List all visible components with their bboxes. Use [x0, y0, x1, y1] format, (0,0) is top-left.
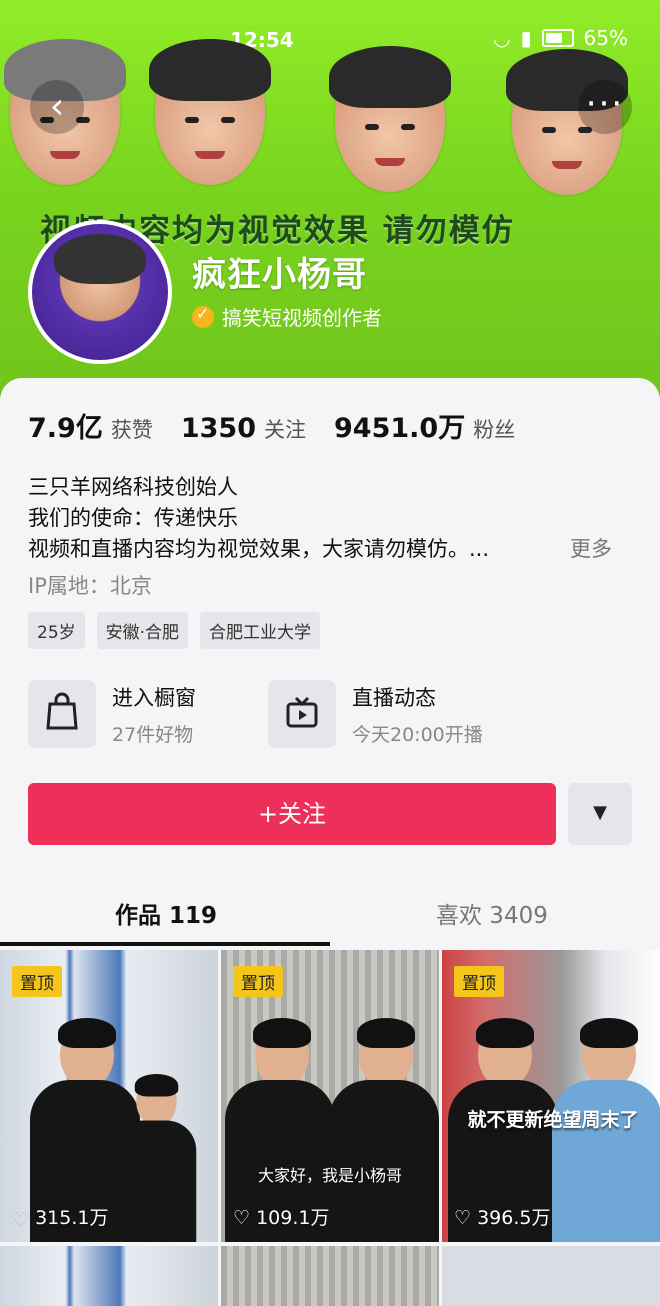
- more-icon: ···: [585, 84, 625, 124]
- person-figure: [552, 1018, 660, 1242]
- shop-subtitle: 27件好物: [112, 723, 194, 746]
- live-title: 直播动态: [352, 685, 436, 710]
- video-caption: 大家好，我是小杨哥: [257, 1166, 402, 1185]
- triangle-down-icon: ▼: [593, 802, 607, 823]
- tag-list: 25岁 安徽·合肥 合肥工业大学: [28, 612, 321, 649]
- video-likes: ♡ 315.1万: [12, 1207, 109, 1229]
- active-tab-indicator: [0, 942, 330, 946]
- video-tile[interactable]: 置顶 就不更新绝望周末了 ♡ 396.5万: [442, 950, 660, 1242]
- stat-value: 1350: [180, 413, 256, 444]
- tv-icon: [268, 680, 336, 748]
- follow-button[interactable]: +关注: [28, 783, 556, 845]
- stat-followers[interactable]: 9451.0万 粉丝: [334, 406, 515, 445]
- shop-title: 进入橱窗: [112, 685, 196, 710]
- bio-line: 我们的使命：传递快乐: [28, 506, 238, 530]
- banner-face-3: [329, 46, 451, 192]
- bio-more-link[interactable]: 更多: [570, 534, 612, 565]
- video-likes: ♡ 109.1万: [233, 1207, 330, 1229]
- recommend-dropdown-button[interactable]: ▼: [568, 783, 632, 845]
- wifi-icon: ◡: [493, 26, 511, 50]
- video-tile[interactable]: [221, 1246, 439, 1306]
- profile-card: 7.9亿 获赞 1350 关注 9451.0万 粉丝 三只羊网络科技创始人 我们的使命…: [0, 378, 660, 1306]
- back-button[interactable]: ‹: [30, 80, 84, 134]
- stat-value: 9451.0万: [334, 413, 466, 444]
- banner-face-2: [149, 39, 271, 185]
- bio: 三只羊网络科技创始人 我们的使命：传递快乐 视频和直播内容均为视觉效果，大家请勿…: [28, 472, 628, 565]
- ip-location: IP属地：北京: [28, 574, 152, 598]
- tag-age[interactable]: 25岁: [28, 612, 85, 649]
- stat-following[interactable]: 1350 关注: [181, 413, 306, 444]
- pinned-badge: 置顶: [233, 966, 283, 997]
- stat-label: 获赞: [110, 418, 153, 442]
- more-button[interactable]: ···: [578, 80, 632, 134]
- tag-school[interactable]: 合肥工业大学: [200, 612, 321, 649]
- verification-text: 搞笑短视频创作者: [222, 306, 382, 330]
- verified-badge-icon: [192, 304, 214, 328]
- profile-header: 12:54 ◡ ▮ 65% ‹ ··· 视频内容均为视觉效果 请勿模仿 疯狂小杨…: [0, 0, 660, 430]
- live-entry[interactable]: 直播动态 今天20:00开播: [268, 680, 483, 748]
- pinned-badge: 置顶: [454, 966, 504, 997]
- stat-likes[interactable]: 7.9亿 获赞: [28, 406, 153, 445]
- person-figure: [113, 1074, 197, 1242]
- video-tile[interactable]: 置顶 ♡ 315.1万: [0, 950, 218, 1242]
- shop-entry[interactable]: 进入橱窗 27件好物: [28, 680, 196, 748]
- stats-row: 7.9亿 获赞 1350 关注 9451.0万 粉丝: [28, 406, 515, 445]
- tag-location[interactable]: 安徽·合肥: [96, 612, 189, 649]
- video-tile[interactable]: [0, 1246, 218, 1306]
- video-tile[interactable]: [442, 1246, 660, 1306]
- stat-label: 关注: [264, 418, 306, 442]
- stat-value: 7.9亿: [28, 413, 103, 444]
- video-likes: ♡ 396.5万: [454, 1207, 551, 1229]
- battery-percent: 65%: [583, 26, 628, 50]
- stat-label: 粉丝: [473, 418, 516, 442]
- chevron-left-icon: ‹: [49, 86, 65, 127]
- bio-line: 三只羊网络科技创始人: [28, 475, 238, 499]
- signal-icon: ▮: [520, 26, 532, 50]
- bio-line: 视频和直播内容均为视觉效果，大家请勿模仿。...: [28, 537, 490, 561]
- person-figure: [329, 1018, 439, 1242]
- content-tabs: 作品 119 喜欢 3409: [0, 874, 660, 950]
- live-subtitle: 今天20:00开播: [352, 723, 483, 746]
- battery-icon: [541, 29, 574, 47]
- video-caption: 就不更新绝望周末了: [467, 1109, 639, 1131]
- status-icons: ◡ ▮ 65%: [493, 26, 628, 50]
- profile-name: 疯狂小杨哥: [192, 255, 367, 295]
- video-tile[interactable]: 置顶 大家好，我是小杨哥 ♡ 109.1万: [221, 950, 439, 1242]
- verification: 搞笑短视频创作者: [192, 302, 382, 331]
- avatar[interactable]: [28, 220, 172, 364]
- pinned-badge: 置顶: [12, 966, 62, 997]
- shopping-bag-icon: [28, 680, 96, 748]
- tab-likes[interactable]: 喜欢 3409: [436, 896, 548, 930]
- tab-works[interactable]: 作品 119: [115, 896, 217, 930]
